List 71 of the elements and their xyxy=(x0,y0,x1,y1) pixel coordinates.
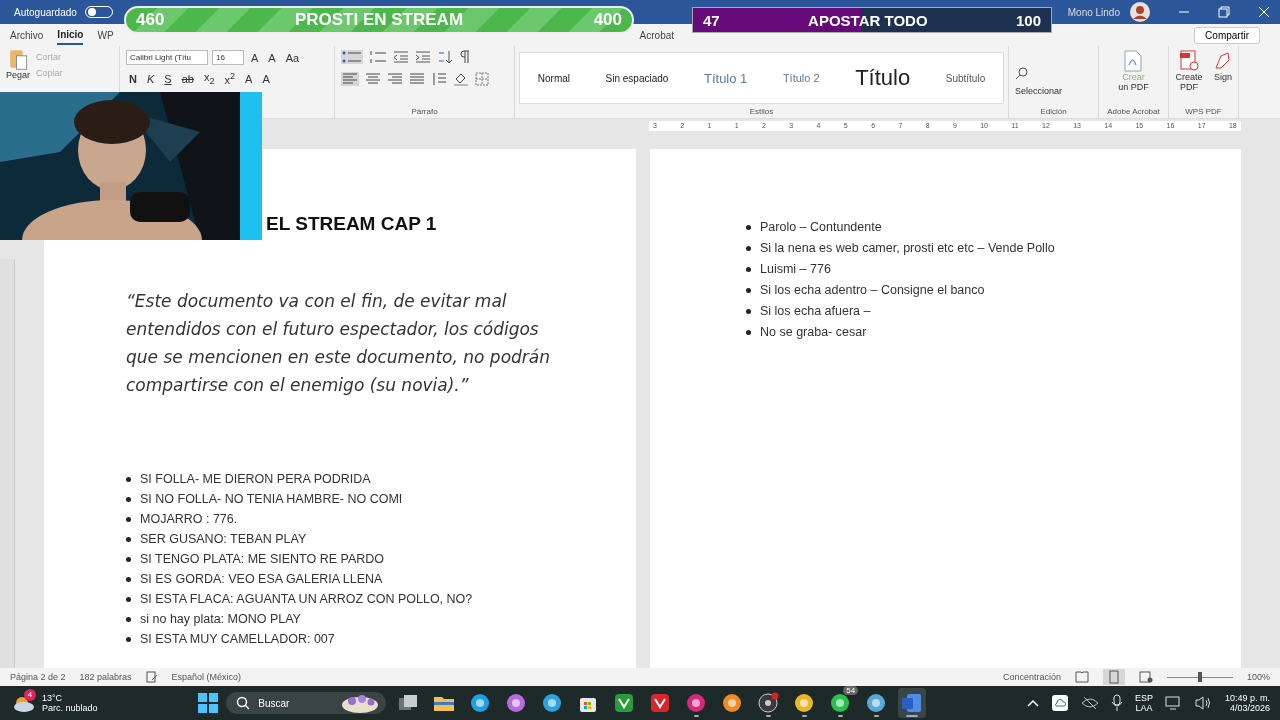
wps-button[interactable]: Sign xyxy=(1209,50,1237,104)
list-item: Si los echa adentro – Consigne el banco xyxy=(760,282,985,299)
format-button[interactable]: A xyxy=(242,72,256,85)
font-size-field[interactable]: 16 xyxy=(212,50,244,65)
style-option[interactable]: Título xyxy=(855,65,911,91)
weather-condition: Parc. nublado xyxy=(42,703,98,713)
focus-button[interactable]: Concentración xyxy=(1002,672,1061,682)
list-item: SI ESTA FLACA: AGUANTA UN ARROZ CON POLLO, NO? xyxy=(140,591,473,608)
list-item: Luismi – 776 xyxy=(760,261,831,278)
list-item: Si la nena es web camer, prosti etc etc – Vende Pollo xyxy=(760,240,1055,257)
list-item: SI NO FOLLA- NO TENIA HAMBRE- NO COMI xyxy=(140,491,403,508)
points-count: 100 xyxy=(1015,11,1041,29)
format-button[interactable]: x$^{2}$ xyxy=(221,71,239,86)
style-option[interactable]: Subtítulo xyxy=(945,72,986,84)
clock-date[interactable]: 4/03/2026 xyxy=(1229,703,1270,713)
list-item: SI ESTA MUY CAMELLADOR: 007 xyxy=(140,631,335,648)
wps-button[interactable]: Create PDF xyxy=(1175,50,1203,104)
temperature: 13°C xyxy=(42,693,64,703)
font-button[interactable]: A xyxy=(248,51,262,64)
list-item: Parolo – Contundente xyxy=(760,219,882,236)
list-item: Si los echa afuera – xyxy=(760,303,871,320)
format-button[interactable]: S xyxy=(161,72,175,85)
list-item: SI TENGO PLATA: ME SIENTO RE PARDO xyxy=(140,551,385,568)
group-label: Estilos xyxy=(748,107,775,116)
overlay-title: APOSTAR TODO xyxy=(808,11,928,29)
group-label: Párrafo xyxy=(410,107,439,116)
font-name-field[interactable]: Calibri Light (Títu xyxy=(126,50,208,65)
notification-badge: 54 xyxy=(843,686,859,695)
format-button[interactable]: K xyxy=(143,72,158,85)
style-option[interactable]: Normal xyxy=(537,72,570,84)
word-count[interactable]: 182 palabras xyxy=(79,672,132,682)
font-button[interactable]: A xyxy=(265,51,279,64)
create-pdf-button[interactable]: Crear un PDF xyxy=(1118,50,1149,92)
select-button[interactable]: Seleccionar xyxy=(1015,86,1063,96)
search-field[interactable]: Buscar xyxy=(226,692,387,714)
style-option[interactable]: Título 2 xyxy=(782,72,820,84)
quote-paragraph: “Este documento va con el fin, de evitar mal entendidos con el futuro espectador, los códigos que se mencionen en este documento, no podrán compartirse con el enemigo (su novia).” xyxy=(126,290,552,397)
list-item: si no hay plata: MONO PLAY xyxy=(140,611,301,628)
font-button[interactable]: Aa xyxy=(282,51,303,64)
clock-time[interactable]: 10:49 p. m. xyxy=(1224,693,1270,703)
user-name: Mono Lindo xyxy=(1067,6,1120,18)
input-language[interactable]: ESP LAA xyxy=(1134,693,1153,713)
list-item: No se graba- cesar xyxy=(760,324,867,341)
group-label: WPS PDF xyxy=(1184,107,1223,116)
style-option[interactable]: Sin espaciado xyxy=(605,72,669,84)
ribbon-tab[interactable]: Archivo xyxy=(10,26,44,44)
page-count[interactable]: Página 2 de 2 xyxy=(10,672,66,682)
language-indicator[interactable]: Español (México) xyxy=(171,672,242,682)
share-button[interactable]: Compartir xyxy=(1194,26,1260,44)
points-count: 400 xyxy=(593,10,622,30)
notification-badge: 4 xyxy=(24,689,36,701)
group-label: Edición xyxy=(1039,107,1068,116)
points-count: 460 xyxy=(136,10,165,30)
points-count: 47 xyxy=(703,11,720,29)
ribbon-tab[interactable]: WP xyxy=(97,26,114,44)
list-item: SI ES GORDA: VEO ESA GALERIA LLENA xyxy=(140,571,383,588)
ribbon-tab[interactable]: Inicio xyxy=(57,25,84,45)
format-button[interactable]: ab xyxy=(178,72,197,85)
style-option[interactable]: Título 1 xyxy=(703,70,748,86)
group-label: Adobe Acrobat xyxy=(1106,107,1161,116)
zoom-level[interactable]: 100% xyxy=(1246,672,1270,682)
format-button[interactable]: N xyxy=(126,72,140,85)
overlay-title: PROSTI EN STREAM xyxy=(294,10,464,30)
format-button[interactable]: x$_{2}$ xyxy=(200,71,218,87)
list-item: SER GUSANO: TEBAN PLAY xyxy=(140,531,307,548)
list-item: MOJARRO : 776. xyxy=(140,511,238,528)
ribbon-tab[interactable]: Acrobat xyxy=(639,26,675,44)
list-item: SI FOLLA- ME DIERON PERA PODRIDA xyxy=(140,471,371,488)
document-title: EL STREAM CAP 1 xyxy=(265,213,438,235)
format-button[interactable]: A xyxy=(259,72,273,85)
autosave-label: Autoguardado xyxy=(14,6,77,18)
